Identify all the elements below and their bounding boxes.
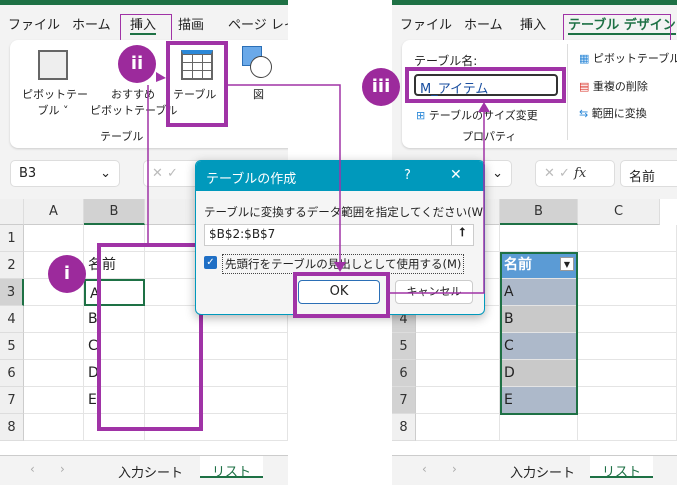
arrow-head-icon (478, 102, 490, 112)
connector-arrows (147, 72, 490, 294)
connector-line (390, 108, 485, 294)
arrow-head-icon (334, 262, 346, 272)
arrow-head-icon (156, 72, 166, 82)
connector-line (228, 84, 341, 270)
step-badge-iii: iii (362, 68, 400, 106)
step-badge-ii: ii (118, 45, 156, 83)
step-badge-i: i (48, 255, 86, 293)
